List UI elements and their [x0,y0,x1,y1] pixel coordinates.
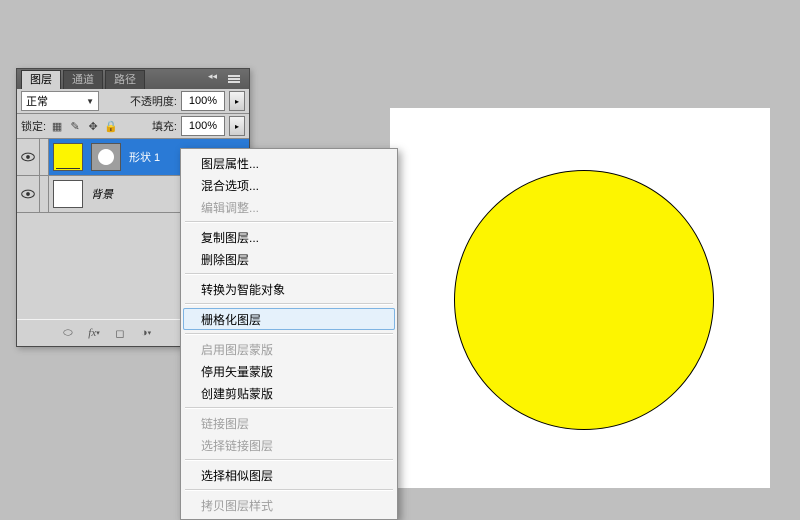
lock-icons-group: ▦ ✎ ✥ 🔒 [50,119,118,133]
layer-name[interactable]: 背景 [91,186,113,202]
tab-paths[interactable]: 路径 [105,70,145,89]
adjustment-icon[interactable]: ◑▾ [137,325,155,341]
visibility-toggle[interactable] [17,176,40,212]
fx-icon[interactable]: fx▾ [85,325,103,341]
menu-select-similar-layers[interactable]: 选择相似图层 [183,464,395,486]
menu-select-linked-layers: 选择链接图层 [183,434,395,456]
panel-collapse-icon[interactable]: ◂◂ [208,71,217,82]
layer-name[interactable]: 形状 1 [129,149,160,165]
tab-layers[interactable]: 图层 [21,70,61,89]
menu-blending-options[interactable]: 混合选项... [183,174,395,196]
layer-thumbnail[interactable] [53,143,83,171]
menu-separator [185,303,393,305]
menu-duplicate-layer[interactable]: 复制图层... [183,226,395,248]
link-col [40,176,49,212]
vector-mask-thumbnail[interactable] [91,143,121,171]
opacity-input[interactable]: 100% [181,91,225,111]
layer-context-menu: 图层属性... 混合选项... 编辑调整... 复制图层... 删除图层 转换为… [180,148,398,520]
lock-move-icon[interactable]: ✥ [86,119,100,133]
menu-separator [185,221,393,223]
eye-icon [21,189,35,199]
tab-channels[interactable]: 通道 [63,70,103,89]
lock-label: 锁定: [21,118,46,134]
chevron-down-icon: ▼ [86,97,94,106]
menu-link-layers: 链接图层 [183,412,395,434]
fill-label: 填充: [152,118,177,134]
menu-disable-vector-mask[interactable]: 停用矢量蒙版 [183,360,395,382]
layer-thumbnail[interactable] [53,180,83,208]
shape-circle[interactable] [454,170,714,430]
menu-convert-smart-object[interactable]: 转换为智能对象 [183,278,395,300]
fill-stepper[interactable]: ▸ [229,116,245,136]
menu-separator [185,407,393,409]
blend-mode-value: 正常 [26,93,48,109]
menu-separator [185,489,393,491]
add-mask-icon[interactable]: ◻ [111,325,129,341]
panel-menu-icon[interactable] [223,73,245,85]
blend-mode-dropdown[interactable]: 正常 ▼ [21,91,99,111]
opacity-label: 不透明度: [130,93,177,109]
fill-input[interactable]: 100% [181,116,225,136]
document-canvas[interactable] [390,108,770,488]
opacity-stepper[interactable]: ▸ [229,91,245,111]
link-col [40,139,49,175]
menu-rasterize-layer[interactable]: 栅格化图层 [183,308,395,330]
menu-separator [185,333,393,335]
eye-icon [21,152,35,162]
blend-opacity-row: 正常 ▼ 不透明度: 100% ▸ [17,89,249,114]
menu-layer-properties[interactable]: 图层属性... [183,152,395,174]
lock-transparent-icon[interactable]: ▦ [50,119,64,133]
menu-copy-layer-style: 拷贝图层样式 [183,494,395,516]
menu-enable-layer-mask: 启用图层蒙版 [183,338,395,360]
lock-fill-row: 锁定: ▦ ✎ ✥ 🔒 填充: 100% ▸ [17,114,249,139]
menu-delete-layer[interactable]: 删除图层 [183,248,395,270]
visibility-toggle[interactable] [17,139,40,175]
panel-titlebar: 图层 通道 路径 ◂◂ [17,69,249,89]
menu-edit-adjustment: 编辑调整... [183,196,395,218]
lock-brush-icon[interactable]: ✎ [68,119,82,133]
menu-create-clipping-mask[interactable]: 创建剪贴蒙版 [183,382,395,404]
menu-separator [185,273,393,275]
lock-all-icon[interactable]: 🔒 [104,119,118,133]
menu-separator [185,459,393,461]
link-layers-icon[interactable]: ⬭ [59,325,77,341]
